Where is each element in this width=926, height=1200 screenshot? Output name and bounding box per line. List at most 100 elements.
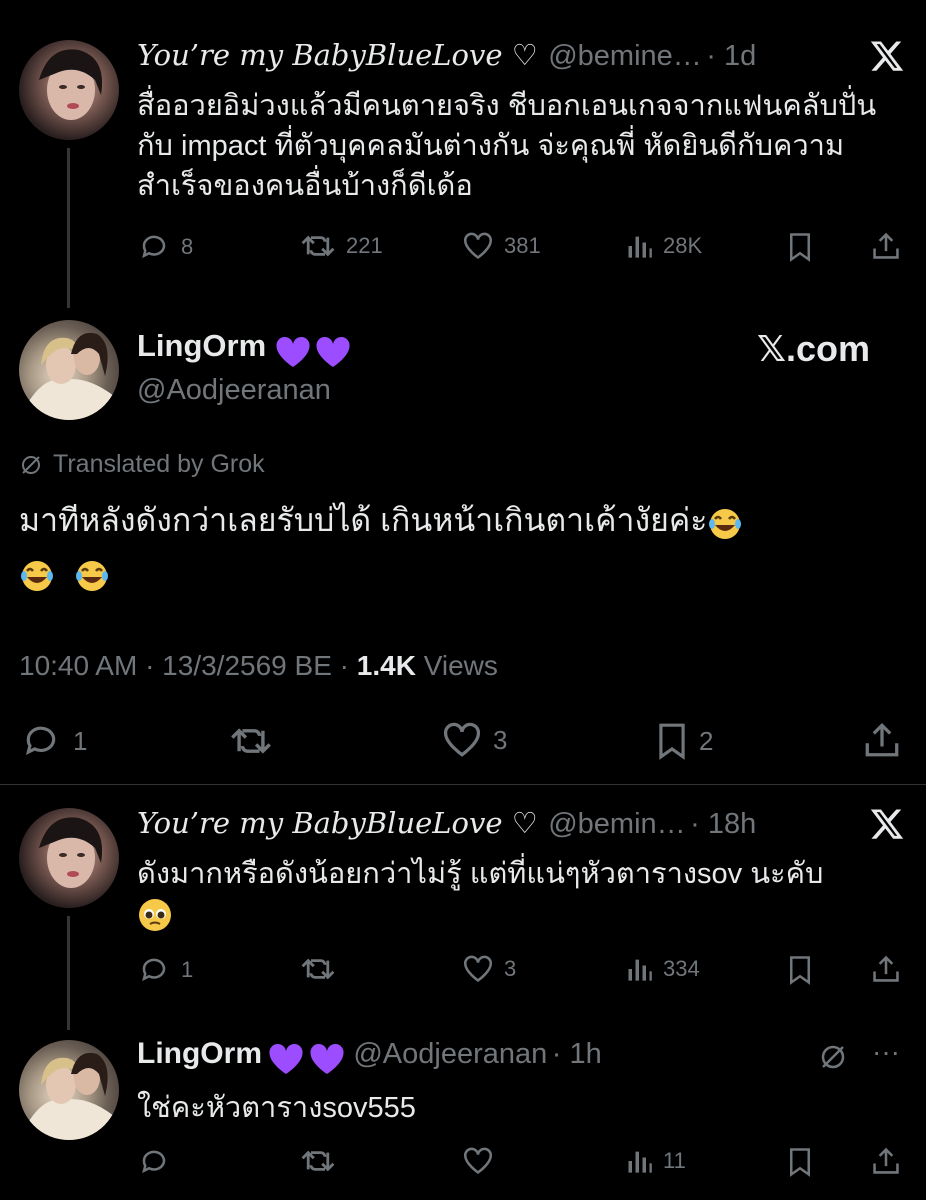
share-icon <box>865 722 899 757</box>
bookmark-icon <box>659 723 685 760</box>
avatar-bemine[interactable] <box>19 808 119 908</box>
like-button[interactable]: 3 <box>441 722 507 758</box>
share-button[interactable] <box>872 230 900 262</box>
like-button[interactable] <box>462 1147 494 1175</box>
repost-button[interactable] <box>300 1147 336 1175</box>
avatar-portrait-icon <box>19 1052 119 1140</box>
repost-icon <box>301 1150 335 1172</box>
reply-button[interactable] <box>137 1147 171 1177</box>
translate-icon <box>821 1045 845 1069</box>
laughing-emoji-icon <box>709 508 742 539</box>
display-name[interactable]: LingOrm <box>137 1037 262 1070</box>
avatar-bemine[interactable] <box>19 40 119 140</box>
views-button[interactable]: 334 <box>625 955 700 983</box>
reply-icon <box>25 726 56 756</box>
avatar-lingorm[interactable] <box>19 1040 119 1140</box>
reply-icon <box>142 235 166 259</box>
view-count: 1.4K <box>356 650 416 681</box>
repost-count: 221 <box>346 233 383 258</box>
bookmark-count: 2 <box>699 725 714 756</box>
bookmark-button[interactable] <box>786 955 814 985</box>
purple-heart-icon <box>316 336 350 367</box>
bookmark-icon <box>790 956 810 985</box>
bookmark-button[interactable]: 2 <box>655 722 713 760</box>
translate-toggle-button[interactable] <box>818 1042 848 1077</box>
share-icon <box>873 955 899 982</box>
avatar-lingorm[interactable] <box>19 320 119 420</box>
share-icon <box>873 1147 899 1174</box>
views-button[interactable]: 11 <box>625 1147 686 1175</box>
reply-icon <box>142 1150 166 1174</box>
analytics-icon <box>628 236 652 258</box>
tweet-time[interactable]: · 1d <box>706 40 756 72</box>
share-icon <box>873 232 899 259</box>
thread-line <box>67 916 70 1030</box>
thread-line <box>67 148 70 308</box>
x-com-brand: 𝕏.com <box>757 328 871 369</box>
share-button[interactable] <box>872 953 900 985</box>
analytics-icon <box>628 1151 652 1173</box>
user-handle[interactable]: @Aodjeeranan <box>137 374 331 407</box>
user-handle[interactable]: @Aodjeeranan <box>353 1038 547 1070</box>
laughing-emoji-icon <box>21 560 53 591</box>
repost-icon <box>301 958 335 980</box>
reply-button[interactable]: 1 <box>19 722 87 760</box>
user-handle[interactable]: @bemin… <box>548 808 685 840</box>
tweet-text: มาทีหลังดังกว่าเลยรับบ่ได้ เกินหน้าเกินต… <box>19 502 708 538</box>
heart-icon <box>464 955 492 983</box>
heart-icon <box>464 1147 492 1175</box>
like-count: 381 <box>504 233 541 258</box>
repost-button[interactable] <box>228 724 274 758</box>
tweet-timestamp[interactable]: 10:40 AM · 13/3/2569 BE · <box>19 650 349 681</box>
share-button[interactable] <box>872 1145 900 1177</box>
divider <box>0 784 926 785</box>
user-handle[interactable]: @bemine… <box>548 40 702 72</box>
views-button[interactable]: 28K <box>625 232 702 260</box>
views-label: Views <box>423 650 498 681</box>
pleading-face-emoji-icon <box>139 899 171 932</box>
more-options-button[interactable]: ··· <box>872 1036 900 1068</box>
reply-count: 1 <box>181 957 194 982</box>
bookmark-button[interactable] <box>786 1147 814 1177</box>
display-name[interactable]: You’re my BabyBlueLove ♡ <box>137 38 538 72</box>
tweet-time[interactable]: · 18h <box>690 808 756 840</box>
repost-icon <box>231 728 271 754</box>
purple-heart-icon <box>276 336 310 367</box>
repost-button[interactable]: 221 <box>300 232 383 260</box>
analytics-icon <box>628 959 652 981</box>
reply-button[interactable]: 8 <box>137 232 193 262</box>
reply-button[interactable]: 1 <box>137 955 193 985</box>
repost-button[interactable] <box>300 955 336 983</box>
tweet-text: สื่ออวยอิม่วงแล้วมีคนตายจริง ชีบอกเอนเกจ… <box>137 90 877 202</box>
x-logo-icon[interactable] <box>868 38 906 79</box>
like-button[interactable]: 381 <box>462 232 541 260</box>
purple-heart-icon <box>269 1043 303 1074</box>
translated-label[interactable]: Translated by Grok <box>53 450 265 479</box>
reply-count: 8 <box>181 234 194 259</box>
bookmark-icon <box>790 1148 810 1177</box>
like-count: 3 <box>504 956 517 981</box>
view-count: 11 <box>663 1148 686 1173</box>
tweet-time[interactable]: · 1h <box>552 1038 602 1070</box>
purple-heart-icon <box>310 1043 344 1074</box>
like-count: 3 <box>493 724 508 755</box>
display-name[interactable]: You’re my BabyBlueLove ♡ <box>137 806 538 840</box>
view-count: 28K <box>663 233 703 258</box>
tweet-text: ใช่คะหัวตารางsov555 <box>137 1092 416 1124</box>
laughing-emoji-icon <box>75 560 108 591</box>
heart-icon <box>443 722 481 757</box>
repost-icon <box>301 235 335 257</box>
reply-count: 1 <box>73 725 88 756</box>
view-count: 334 <box>663 956 700 981</box>
bookmark-button[interactable] <box>786 232 814 262</box>
bookmark-icon <box>790 233 810 262</box>
like-button[interactable]: 3 <box>462 955 516 983</box>
reply-icon <box>142 958 166 982</box>
display-name[interactable]: LingOrm <box>137 328 266 363</box>
avatar-portrait-icon <box>39 49 103 120</box>
avatar-portrait-icon <box>19 332 119 420</box>
x-logo-icon[interactable] <box>868 806 906 847</box>
tweet-text: ดังมากหรือดังน้อยกว่าไม่รู้ แต่ที่แน่ๆหั… <box>137 858 824 890</box>
share-button[interactable] <box>864 720 900 760</box>
avatar-portrait-icon <box>39 817 103 888</box>
